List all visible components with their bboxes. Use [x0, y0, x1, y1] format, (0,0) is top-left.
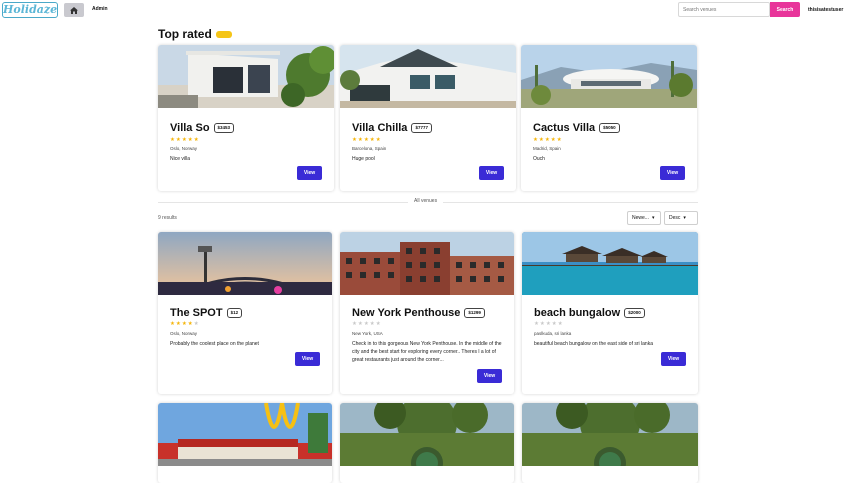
venue-description: Huge pool: [352, 156, 375, 162]
view-button[interactable]: View: [297, 166, 322, 180]
price-badge: $5050: [599, 123, 620, 133]
sort-field-value: Newe...: [632, 215, 649, 221]
venue-title-row: New York Penthouse $1299: [352, 307, 485, 319]
venue-name[interactable]: Villa Chilla: [352, 122, 407, 134]
venue-image[interactable]: [522, 232, 698, 295]
venue-description: Check in to this gorgeous New York Penth…: [352, 341, 502, 363]
venue-location: Oslo, Norway: [170, 331, 198, 336]
rating-stars: ★★★★★: [170, 321, 200, 327]
chevron-down-icon: ▾: [683, 215, 686, 221]
venue-image[interactable]: [340, 232, 514, 295]
rating-stars: ★★★★★: [352, 321, 382, 327]
search-input[interactable]: [678, 2, 770, 17]
sort-order-select[interactable]: Desc ▾: [664, 211, 698, 225]
sort-field-select[interactable]: Newe... ▾: [627, 211, 661, 225]
rating-stars: ★★★★★: [533, 137, 563, 143]
venue-image[interactable]: [521, 45, 697, 108]
venue-title-row: beach bungalow $2000: [534, 307, 645, 319]
venue-title-row: Cactus Villa $5050: [533, 122, 620, 134]
venue-image[interactable]: [158, 232, 332, 295]
top-rated-heading: Top rated: [158, 27, 232, 41]
home-icon: [70, 6, 78, 14]
venue-name[interactable]: The SPOT: [170, 307, 223, 319]
top-rated-title: Top rated: [158, 27, 212, 41]
venue-card: [340, 403, 514, 483]
venue-name[interactable]: Cactus Villa: [533, 122, 595, 134]
venue-name[interactable]: beach bungalow: [534, 307, 620, 319]
rating-stars: ★★★★★: [534, 321, 564, 327]
all-venues-label: All venues: [408, 198, 444, 204]
venue-image[interactable]: [340, 45, 516, 108]
venue-card: [522, 403, 698, 483]
venue-card: beach bungalow $2000 ★★★★★ paslkuda, sri …: [522, 232, 698, 394]
venue-card: Villa So $3453 ★★★★★ Oslo, Norway Nice vi…: [158, 45, 334, 191]
rating-stars: ★★★★★: [170, 137, 200, 143]
view-button[interactable]: View: [479, 166, 504, 180]
venue-title-row: The SPOT $12: [170, 307, 243, 319]
venue-description: beautiful beach bungalow on the east sid…: [534, 341, 653, 347]
view-button[interactable]: View: [295, 352, 320, 366]
venue-card: The SPOT $12 ★★★★★ Oslo, Norway Probably …: [158, 232, 332, 394]
venue-description: Ouch: [533, 156, 545, 162]
venue-card: [158, 403, 332, 483]
venue-card: Villa Chilla $7777 ★★★★★ Barcelona, Spain…: [340, 45, 516, 191]
venue-image[interactable]: [340, 403, 514, 466]
results-count: 9 results: [158, 215, 177, 221]
admin-link[interactable]: Admin: [92, 6, 108, 12]
logo[interactable]: Holidaze: [2, 2, 58, 18]
search-button[interactable]: Search: [770, 2, 800, 17]
venue-location: Barcelona, Spain: [352, 146, 387, 151]
price-badge: $2000: [624, 308, 645, 318]
price-badge: $7777: [411, 123, 432, 133]
venue-description: Nice villa: [170, 156, 191, 162]
venue-image[interactable]: [158, 45, 334, 108]
view-button[interactable]: View: [660, 166, 685, 180]
top-rated-badge: [215, 30, 232, 38]
venue-location: Madrid, Spain: [533, 146, 561, 151]
view-button[interactable]: View: [661, 352, 686, 366]
venue-card: Cactus Villa $5050 ★★★★★ Madrid, Spain Ou…: [521, 45, 697, 191]
venue-name[interactable]: New York Penthouse: [352, 307, 460, 319]
venue-image[interactable]: [522, 403, 698, 466]
venue-name[interactable]: Villa So: [170, 122, 210, 134]
price-badge: $3453: [213, 123, 235, 133]
price-badge: $1299: [464, 308, 485, 318]
venue-card: New York Penthouse $1299 ★★★★★ New York, …: [340, 232, 514, 394]
venue-description: Probably the coolest place on the planet: [170, 341, 259, 347]
sort-order-value: Desc: [669, 215, 681, 221]
rating-stars: ★★★★★: [352, 137, 382, 143]
venue-location: Oslo, Norway: [170, 146, 198, 151]
view-button[interactable]: View: [477, 369, 502, 383]
price-badge: $12: [226, 308, 243, 318]
user-link[interactable]: thisisatestuser: [808, 7, 843, 13]
home-button[interactable]: [64, 3, 84, 17]
venue-location: paslkuda, sri lanka: [534, 331, 572, 336]
top-nav: Holidaze Admin Search thisisatestuser: [0, 0, 854, 20]
chevron-down-icon: ▾: [651, 215, 655, 221]
venue-image[interactable]: [158, 403, 332, 466]
venue-title-row: Villa Chilla $7777: [352, 122, 432, 134]
venue-title-row: Villa So $3453: [170, 122, 235, 134]
venue-location: New York, USA: [352, 331, 383, 336]
